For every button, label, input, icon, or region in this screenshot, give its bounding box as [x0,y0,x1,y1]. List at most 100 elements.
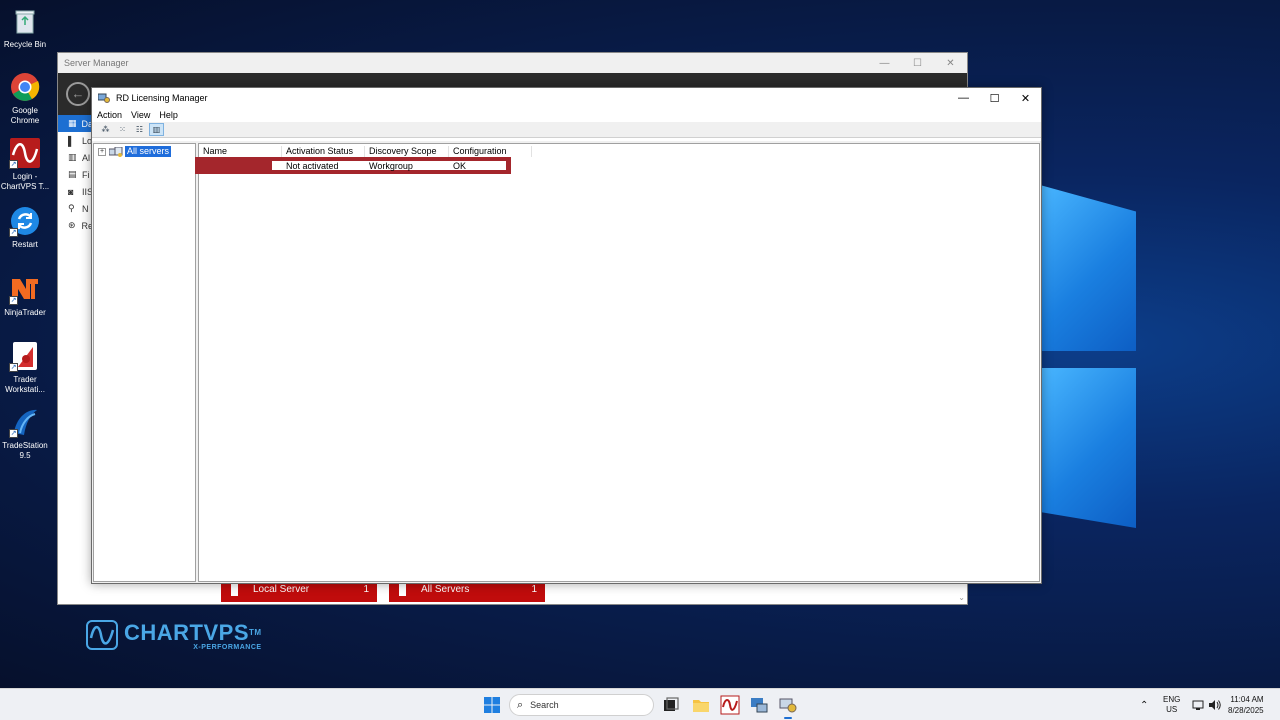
rd-titlebar[interactable]: RD Licensing Manager — ☐ ✕ [92,88,1041,108]
clock[interactable]: 11:04 AM 8/28/2025 [1228,689,1264,720]
remote-desktop-icon: ⊛ [68,220,76,230]
nav-item-file-storage[interactable]: ▤ Fi [58,166,93,183]
licensing-app-icon [97,93,110,103]
close-button[interactable]: ✕ [1010,92,1041,105]
rd-body: + All servers Name Activation Status Dis… [92,141,1041,583]
desktop-icon-tradestation[interactable]: ↗ TradeStation 9.5 [0,406,50,461]
desktop-icon-restart[interactable]: ↗ Restart [0,205,50,250]
desktop-icon-recycle-bin[interactable]: Recycle Bin [0,5,50,50]
expand-icon[interactable]: + [98,147,106,156]
tree-label: All servers [125,146,172,157]
column-header-name[interactable]: Name [199,146,282,157]
clock-date: 8/28/2025 [1228,706,1264,715]
npas-icon: ⚲ [68,203,75,213]
dashboard-icon: ▦ [68,118,77,128]
desktop-icon-chartvps-login[interactable]: ↗ Login - ChartVPS T... [0,137,50,192]
file-storage-icon: ▤ [68,169,77,179]
list-view-icon[interactable]: ☷ [132,123,147,136]
cell-configuration: OK [453,161,467,171]
show-hidden-icons-chevron-icon[interactable]: ⌃ [1140,689,1148,720]
nav-item-local-server[interactable]: ▌ Lo [58,132,93,149]
column-header-discovery-scope[interactable]: Discovery Scope [365,146,449,157]
server-manager-titlebar[interactable]: Server Manager — ☐ ✕ [58,53,967,73]
nav-item-iis[interactable]: ◙ IIS [58,183,93,200]
search-icon: ⌕ [517,698,524,711]
desktop-icon-label: Trader Workstati... [5,375,45,394]
rd-licensing-manager-window[interactable]: RD Licensing Manager — ☐ ✕ Action View H… [91,87,1042,584]
taskbar: ⌕ Search ⌃ ENG US 11:04 AM 8/28/2025 [0,688,1280,720]
iis-icon: ◙ [68,186,74,197]
search-placeholder: Search [530,700,559,710]
nav-item-all-servers[interactable]: ▥ Al [58,149,93,166]
volume-icon[interactable] [1208,689,1221,720]
desktop-icon-label: TradeStation 9.5 [2,441,48,460]
desktop-icon-label: NinjaTrader [4,308,46,317]
chartvps-wave-icon [86,620,118,650]
back-arrow-icon[interactable]: ← [66,82,90,106]
ninjatrader-icon: ↗ [9,273,41,305]
cell-name [199,161,282,171]
menu-help[interactable]: Help [159,110,178,120]
desktop-icon-label: Google Chrome [10,106,40,125]
maximize-button[interactable]: ☐ [901,58,934,69]
task-view-icon[interactable] [661,695,681,715]
details-view-icon[interactable]: ▥ [149,123,164,136]
local-server-icon: ▌ [68,135,75,146]
windows-start-icon[interactable] [484,697,500,713]
window-title: Server Manager [64,58,129,68]
trader-workstation-icon: ↗ [9,340,41,372]
tile-count: 1 [531,584,537,595]
chartvps-taskbar-icon[interactable] [720,695,740,715]
maximize-button[interactable]: ☐ [979,92,1010,105]
server-manager-taskbar-icon[interactable] [749,695,769,715]
brand-tm: TM [249,628,262,637]
scroll-down-icon[interactable]: ⌄ [958,593,965,602]
taskbar-search[interactable]: ⌕ Search [509,694,654,716]
cell-discovery-scope: Workgroup [369,161,413,171]
recycle-bin-icon [9,5,41,37]
file-explorer-icon[interactable] [691,695,711,715]
minimize-button[interactable]: — [948,92,979,105]
nav-item-remote-desktop[interactable]: ⊛ Re [58,217,93,234]
cell-activation-status: Not activated [286,161,339,171]
list-header: Name Activation Status Discovery Scope C… [199,146,532,157]
column-header-activation-status[interactable]: Activation Status [282,146,365,157]
chrome-icon [9,71,41,103]
desktop-icon-trader-workstation[interactable]: ↗ Trader Workstati... [0,340,50,395]
minimize-button[interactable]: — [868,58,901,69]
brand-title: CHARTVPS [124,620,250,645]
desktop-icon-ninjatrader[interactable]: ↗ NinjaTrader [0,273,50,318]
server-icon [399,583,406,596]
nav-item-dashboard[interactable]: ▦ Da [58,115,93,132]
toolbar: ⁂ ⁙ ☷ ▥ [92,122,1041,138]
servers-icon [108,146,123,157]
column-header-configuration[interactable]: Configuration [449,146,532,157]
all-servers-icon: ▥ [68,152,77,162]
small-icons-view-icon[interactable]: ⁙ [115,123,130,136]
tree-pane: + All servers [93,143,196,582]
server-icon [231,583,238,596]
table-row[interactable]: Not activated Workgroup OK [199,161,532,171]
network-icon[interactable] [1192,689,1204,720]
desktop-icon-google-chrome[interactable]: Google Chrome [0,71,50,126]
region-code: US [1166,705,1178,714]
close-button[interactable]: ✕ [934,58,967,69]
rd-licensing-taskbar-icon[interactable] [778,695,798,719]
clock-time: 11:04 AM [1230,695,1264,704]
language-indicator[interactable]: ENG US [1163,689,1180,720]
chartvps-logo: CHARTVPSTM X-PERFORMANCE [86,620,262,651]
language-code: ENG [1163,695,1181,704]
desktop-icon-label: Restart [12,240,38,249]
tile-count: 1 [363,584,369,595]
menu-view[interactable]: View [131,110,150,120]
tradestation-icon: ↗ [9,406,41,438]
large-icons-view-icon[interactable]: ⁂ [98,123,113,136]
menu-action[interactable]: Action [97,110,122,120]
menu-bar: Action View Help [92,108,1041,122]
nav-item-npas[interactable]: ⚲ N [58,200,93,217]
tree-item-all-servers[interactable]: + All servers [98,146,172,157]
restart-icon: ↗ [9,205,41,237]
window-title: RD Licensing Manager [116,93,208,103]
list-pane: Name Activation Status Discovery Scope C… [195,143,1040,582]
chartvps-login-icon: ↗ [9,137,41,169]
